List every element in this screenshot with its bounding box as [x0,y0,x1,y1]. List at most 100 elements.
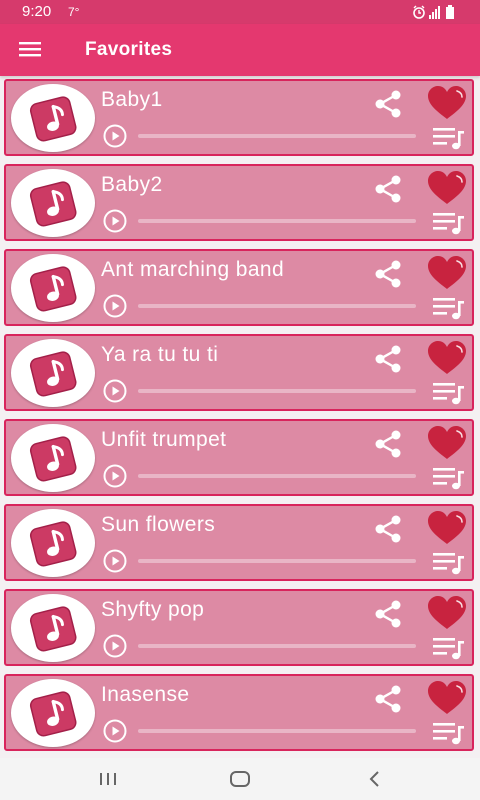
song-title: Baby2 [101,173,163,196]
favorite-button[interactable] [426,170,468,206]
share-button[interactable] [371,172,405,206]
song-title: Shyfty pop [101,598,205,621]
favorite-button[interactable] [426,680,468,716]
song-item[interactable]: Unfit trumpet [4,419,474,496]
favorite-button[interactable] [426,425,468,461]
add-to-playlist-button[interactable] [431,720,467,746]
share-icon [375,515,401,543]
seek-bar[interactable] [138,474,416,478]
seek-bar[interactable] [138,559,416,563]
add-to-playlist-button[interactable] [431,210,467,236]
play-icon [103,124,127,148]
seek-bar[interactable] [138,729,416,733]
home-button[interactable] [225,766,255,792]
favorite-button[interactable] [426,510,468,546]
add-to-playlist-button[interactable] [431,295,467,321]
menu-button[interactable] [14,34,50,66]
add-to-playlist-button[interactable] [431,125,467,151]
song-item[interactable]: Ant marching band [4,249,474,326]
song-thumbnail[interactable] [11,169,95,237]
status-bar: 9:20 7° [0,0,480,24]
add-to-playlist-button[interactable] [431,465,467,491]
song-title: Inasense [101,683,190,706]
favorite-button[interactable] [426,255,468,291]
seek-bar[interactable] [138,389,416,393]
song-thumbnail[interactable] [11,424,95,492]
heart-icon [428,426,466,459]
play-icon [103,209,127,233]
home-icon [230,771,250,787]
share-button[interactable] [371,257,405,291]
share-button[interactable] [371,512,405,546]
share-icon [375,345,401,373]
seek-bar[interactable] [138,304,416,308]
app-bar: Favorites [0,24,480,76]
add-to-playlist-button[interactable] [431,635,467,661]
play-button[interactable] [102,378,128,404]
music-note-icon [29,351,77,397]
recent-apps-icon [100,773,116,785]
favorite-button[interactable] [426,85,468,121]
back-button[interactable] [360,766,390,792]
song-thumbnail[interactable] [11,84,95,152]
share-button[interactable] [371,342,405,376]
play-button[interactable] [102,463,128,489]
song-title: Sun flowers [101,513,216,536]
seek-bar[interactable] [138,219,416,223]
song-item[interactable]: Sun flowers [4,504,474,581]
music-note-icon [29,266,77,312]
play-icon [103,549,127,573]
seek-bar[interactable] [138,644,416,648]
play-icon [103,379,127,403]
song-thumbnail[interactable] [11,679,95,747]
song-thumbnail[interactable] [11,339,95,407]
song-item[interactable]: Baby2 [4,164,474,241]
play-button[interactable] [102,548,128,574]
status-weather: 7° [68,5,80,19]
add-to-playlist-button[interactable] [431,550,467,576]
share-icon [375,430,401,458]
playlist-icon [433,638,464,660]
share-icon [375,175,401,203]
song-thumbnail[interactable] [11,509,95,577]
song-thumbnail[interactable] [11,254,95,322]
play-button[interactable] [102,208,128,234]
hamburger-menu-icon [19,42,41,57]
music-note-icon [29,521,77,567]
favorite-button[interactable] [426,595,468,631]
play-button[interactable] [102,293,128,319]
song-thumbnail[interactable] [11,594,95,662]
music-note-icon [29,181,77,227]
playlist-icon [433,298,464,320]
favorites-list[interactable]: Baby1 Baby2 Ant marching band Ya ra tu t… [0,76,480,758]
song-item[interactable]: Baby1 [4,79,474,156]
song-item[interactable]: Shyfty pop [4,589,474,666]
alarm-icon [413,5,425,19]
back-icon [369,771,379,787]
status-time: 9:20 [22,3,52,20]
song-item[interactable]: Ya ra tu tu ti [4,334,474,411]
play-button[interactable] [102,718,128,744]
page-title: Favorites [85,39,173,60]
playlist-icon [433,723,464,745]
share-button[interactable] [371,597,405,631]
song-item[interactable]: Inasense [4,674,474,751]
recent-apps-button[interactable] [93,766,123,792]
favorite-button[interactable] [426,340,468,376]
heart-icon [428,511,466,544]
share-button[interactable] [371,427,405,461]
heart-icon [428,681,466,714]
share-button[interactable] [371,87,405,121]
play-button[interactable] [102,123,128,149]
share-icon [375,685,401,713]
song-title: Unfit trumpet [101,428,227,451]
play-button[interactable] [102,633,128,659]
playlist-icon [433,383,464,405]
add-to-playlist-button[interactable] [431,380,467,406]
seek-bar[interactable] [138,134,416,138]
share-button[interactable] [371,682,405,716]
heart-icon [428,171,466,204]
play-icon [103,294,127,318]
playlist-icon [433,213,464,235]
play-icon [103,464,127,488]
